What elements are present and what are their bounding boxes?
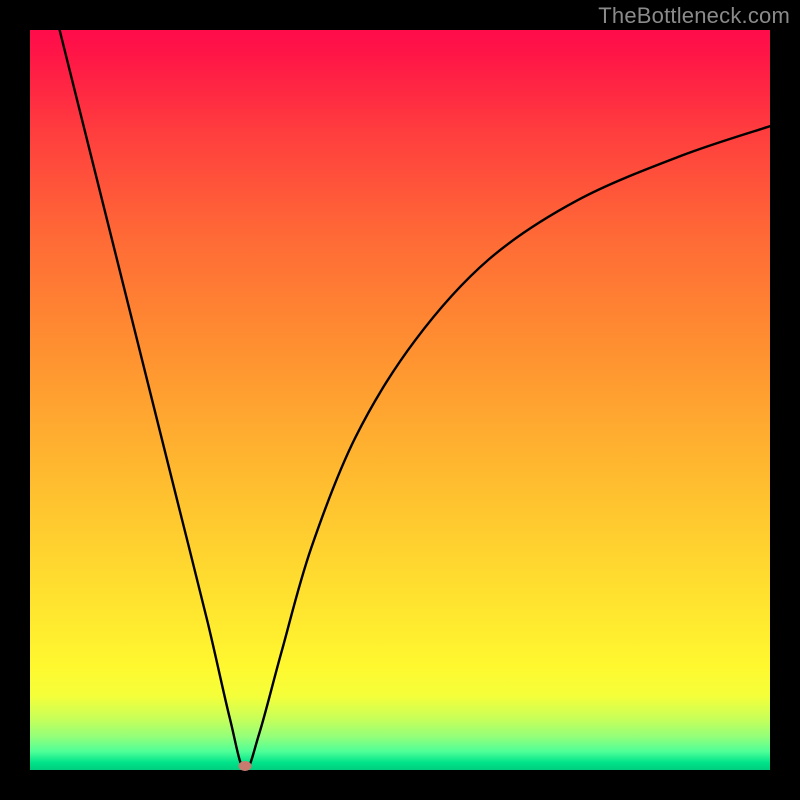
minimum-dot: [238, 761, 251, 771]
watermark-text: TheBottleneck.com: [598, 3, 790, 29]
chart-frame: TheBottleneck.com: [0, 0, 800, 800]
plot-area: [30, 30, 770, 770]
bottleneck-curve: [30, 30, 770, 770]
